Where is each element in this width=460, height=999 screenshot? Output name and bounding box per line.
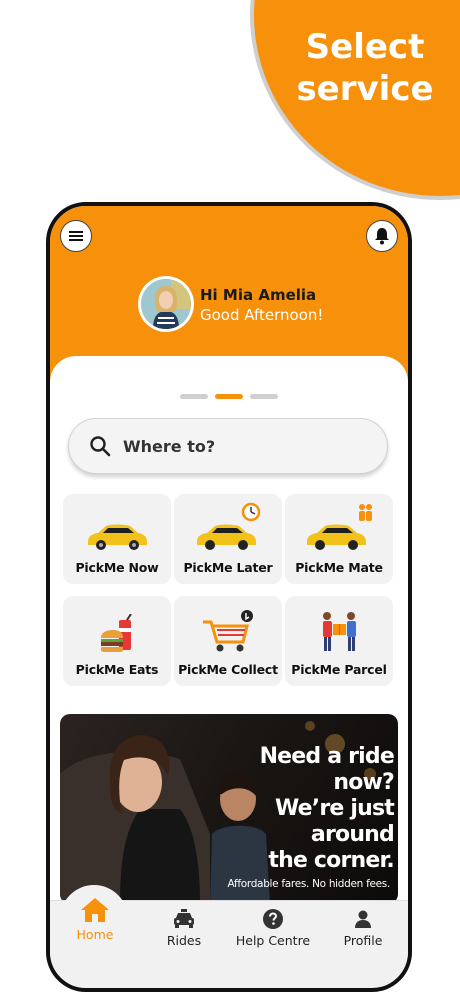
service-label: PickMe Mate	[295, 560, 383, 575]
bell-icon	[375, 228, 389, 245]
service-tile-pickme-eats[interactable]: PickMe Eats	[63, 596, 171, 686]
service-tile-pickme-parcel[interactable]: PickMe Parcel	[285, 596, 393, 686]
banner-headline-line-2: now?	[333, 770, 394, 795]
service-label: PickMe Collect	[178, 662, 278, 677]
pager-dot[interactable]	[250, 394, 278, 399]
banner-headline-line-1: Need a ride	[259, 744, 395, 769]
food-icon	[101, 614, 132, 652]
greeting-name: Hi Mia Amelia	[200, 286, 317, 304]
pager-dots	[180, 394, 278, 399]
promo-banner[interactable]: Need a ride now? We’re just around the c…	[60, 714, 398, 904]
avatar-photo	[141, 279, 191, 329]
service-grid: PickMe Now PickMe Later PickMe Mate Pick…	[63, 494, 395, 686]
service-tile-pickme-mate[interactable]: PickMe Mate	[285, 494, 393, 584]
screenshot-page: Select service Hi Mia Amelia Good Aftern…	[0, 0, 460, 999]
avatar-figure	[141, 279, 191, 329]
service-label: PickMe Now	[75, 560, 159, 575]
help-icon	[263, 909, 283, 929]
promo-caption: Select service	[290, 26, 440, 110]
banner-headline-line-5: the corner.	[268, 848, 394, 873]
where-to-search[interactable]: Where to?	[68, 418, 388, 474]
menu-icon	[69, 231, 83, 241]
home-sheet: Where to? PickMe Now PickMe Later PickMe…	[50, 356, 408, 916]
banner-subline: Affordable fares. No hidden fees.	[227, 878, 390, 890]
service-tile-pickme-collect[interactable]: PickMe Collect	[174, 596, 282, 686]
promo-line-2: service	[296, 69, 434, 109]
search-placeholder: Where to?	[123, 436, 216, 456]
pager-dot[interactable]	[180, 394, 208, 399]
banner-headline-line-4: around	[310, 822, 395, 847]
banner-headline-line-3: We’re just	[274, 796, 395, 821]
taxi-icon	[174, 909, 194, 928]
greeting-subtitle: Good Afternoon!	[200, 306, 324, 324]
phone-frame: Hi Mia Amelia Good Afternoon! Where to?	[46, 202, 412, 992]
bottom-navigation: Home Rides Help Centre Profile	[50, 885, 408, 958]
parcel-icon	[323, 612, 356, 651]
service-label: PickMe Later	[183, 560, 273, 575]
tab-home[interactable]: Home	[50, 898, 140, 942]
service-label: PickMe Parcel	[291, 662, 387, 677]
tab-home-label: Home	[76, 927, 114, 942]
service-tile-pickme-now[interactable]: PickMe Now	[63, 494, 171, 584]
tab-profile-label: Profile	[343, 933, 383, 948]
tab-help-centre-label: Help Centre	[235, 933, 311, 948]
service-tile-pickme-later[interactable]: PickMe Later	[174, 494, 282, 584]
home-icon	[81, 898, 109, 922]
car-clock-icon	[197, 502, 261, 550]
service-label: PickMe Eats	[75, 662, 159, 677]
pager-dot-active[interactable]	[215, 394, 243, 399]
tab-help-centre[interactable]: Help Centre	[228, 909, 318, 948]
banner-headline: Need a ride now? We’re just around the c…	[224, 744, 395, 874]
car-icon	[88, 524, 147, 550]
search-icon	[90, 436, 111, 457]
profile-icon	[355, 910, 371, 928]
car-people-icon	[307, 504, 372, 550]
notifications-button[interactable]	[366, 220, 398, 252]
promo-line-1: Select	[305, 27, 425, 67]
tab-rides[interactable]: Rides	[139, 909, 229, 948]
tab-profile[interactable]: Profile	[318, 909, 408, 948]
cart-icon	[203, 610, 253, 652]
tab-rides-label: Rides	[166, 933, 202, 948]
avatar[interactable]	[138, 276, 194, 332]
menu-button[interactable]	[60, 220, 92, 252]
